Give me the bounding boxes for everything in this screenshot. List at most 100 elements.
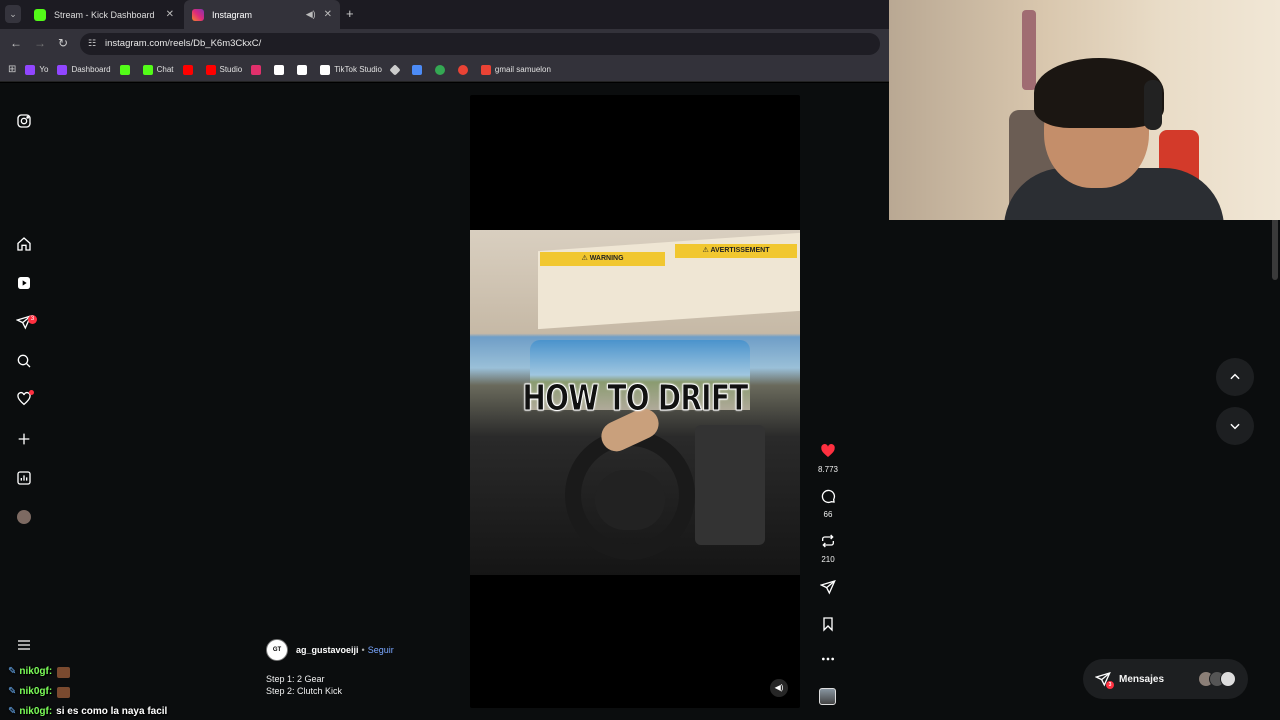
forward-icon[interactable]: → (34, 36, 46, 50)
messages-button[interactable]: 3 Mensajes (1083, 659, 1248, 699)
search-icon[interactable] (15, 352, 33, 370)
avatar (1220, 671, 1236, 687)
speaker-icon[interactable]: ◀) (306, 9, 316, 20)
tab-label: Instagram (212, 9, 253, 20)
tiktok-icon (297, 64, 308, 75)
chat-username: nik0gf: (19, 666, 53, 677)
direct-messages-icon[interactable]: 3 (15, 313, 37, 331)
url-text: instagram.com/reels/Db_K6m3CkxC/ (105, 38, 262, 49)
puzzle-icon (434, 64, 445, 75)
author-username[interactable]: ag_gustavoeiji (296, 645, 359, 655)
profile-avatar[interactable] (15, 508, 33, 526)
bookmark-label: gmail samuelon (494, 65, 551, 74)
create-icon[interactable] (15, 430, 33, 448)
wall-guitar (1022, 10, 1036, 90)
share-button[interactable] (812, 579, 844, 600)
reel-author: GT ag_gustavoeiji • Seguir (266, 639, 394, 661)
steering-hub (595, 470, 665, 530)
bookmark-label: Chat (156, 65, 174, 74)
dashboard-icon[interactable] (15, 469, 33, 487)
messenger-icon: 3 (1094, 671, 1114, 689)
instagram-icon (192, 8, 204, 21)
kick-icon (119, 64, 130, 75)
apps-grid-icon[interactable]: ⊞ (8, 64, 16, 75)
new-tab-button[interactable]: + (346, 6, 354, 21)
comment-button[interactable]: 66 (812, 488, 844, 519)
kick-icon (142, 64, 153, 75)
next-reel-button[interactable] (1216, 407, 1254, 445)
author-avatar[interactable]: GT (266, 639, 288, 661)
emote-icon (57, 666, 71, 678)
bookmark-label: TikTok Studio (334, 65, 382, 74)
site-info-icon[interactable]: ☷ (88, 38, 96, 49)
chat-message: ✎ nik0gf: (8, 682, 167, 702)
description-line: Step 1: 2 Gear (266, 674, 325, 684)
menu-icon[interactable] (15, 636, 33, 654)
sparkle-icon (411, 64, 422, 75)
video-caption: HOW TO DRIFT (522, 378, 749, 420)
messages-label: Mensajes (1119, 673, 1165, 685)
bookmark-gmail[interactable]: gmail samuelon (480, 64, 551, 75)
chat-message: ✎ nik0gf: (8, 662, 167, 682)
reload-icon[interactable]: ↻ (58, 36, 68, 50)
bookmark-tiktok[interactable] (297, 64, 311, 75)
follow-button[interactable]: Seguir (368, 645, 394, 655)
bookmark-extension-4[interactable] (457, 64, 472, 75)
heart-notifications-icon[interactable] (15, 390, 34, 408)
avatar (17, 510, 31, 524)
description-line: Step 2: Clutch Kick (266, 686, 343, 696)
message-avatars (1198, 671, 1236, 687)
bookmark-kick[interactable] (119, 64, 134, 75)
diamond-icon (389, 63, 401, 76)
more-options-button[interactable] (812, 651, 844, 672)
tab-instagram[interactable]: Instagram ◀) ✕ (184, 0, 340, 29)
bookmark-extension-2[interactable] (411, 64, 426, 75)
bookmark-instagram[interactable] (251, 64, 265, 75)
heart-icon (821, 444, 835, 457)
reel-video[interactable]: ⚠ WARNING ⚠ AVERTISSEMENT HOW TO DRIFT ◀… (470, 95, 800, 708)
tiktok-icon (320, 64, 331, 75)
youtube-icon (182, 64, 193, 75)
tab-kick-dashboard[interactable]: Stream - Kick Dashboard ✕ (26, 0, 182, 29)
close-tab-icon[interactable]: ✕ (324, 9, 332, 20)
like-button[interactable]: 8.773 (812, 443, 844, 474)
bookmark-x[interactable] (274, 64, 288, 75)
close-tab-icon[interactable]: ✕ (166, 9, 174, 20)
emote-icon (57, 686, 71, 698)
save-button[interactable] (812, 616, 844, 637)
youtube-icon (205, 64, 216, 75)
repost-button[interactable]: 210 (812, 533, 844, 564)
bookmark-label: Dashboard (71, 65, 111, 74)
repost-icon (822, 534, 834, 548)
home-icon[interactable] (15, 235, 33, 253)
bookmark-studio[interactable]: Studio (205, 64, 242, 75)
audio-thumbnail[interactable] (819, 688, 836, 705)
twitch-icon (25, 64, 36, 75)
bookmark-yo[interactable]: Yo (25, 64, 48, 75)
instagram-icon (251, 64, 262, 75)
more-icon (822, 657, 834, 661)
back-icon[interactable]: ← (10, 36, 22, 50)
chat-text: si es como la naya facil (56, 706, 168, 717)
reels-icon[interactable] (15, 274, 33, 292)
bookmark-chat[interactable]: Chat (142, 64, 174, 75)
x-icon (274, 64, 285, 75)
bookmark-youtube[interactable] (182, 64, 197, 75)
bookmark-extension-3[interactable] (434, 64, 449, 75)
headset (1144, 80, 1162, 130)
address-bar[interactable]: ☷ instagram.com/reels/Db_K6m3CkxC/ (80, 33, 880, 55)
repost-count: 210 (821, 555, 835, 564)
moderator-badge-icon: ✎ (8, 686, 17, 697)
send-icon (819, 579, 836, 595)
comment-count: 66 (823, 510, 833, 519)
tab-list-button[interactable]: ⌄ (5, 5, 21, 23)
notification-badge: 3 (28, 315, 37, 324)
instagram-sidebar: 3 (0, 83, 48, 720)
previous-reel-button[interactable] (1216, 358, 1254, 396)
bookmark-dashboard[interactable]: Dashboard (57, 64, 111, 75)
instagram-logo-icon[interactable] (15, 112, 33, 130)
bookmark-extension-1[interactable] (389, 63, 403, 76)
bookmark-tiktok-studio[interactable]: TikTok Studio (320, 64, 382, 75)
volume-icon[interactable]: ◀) (770, 679, 788, 697)
chat-username: nik0gf: (19, 686, 53, 697)
